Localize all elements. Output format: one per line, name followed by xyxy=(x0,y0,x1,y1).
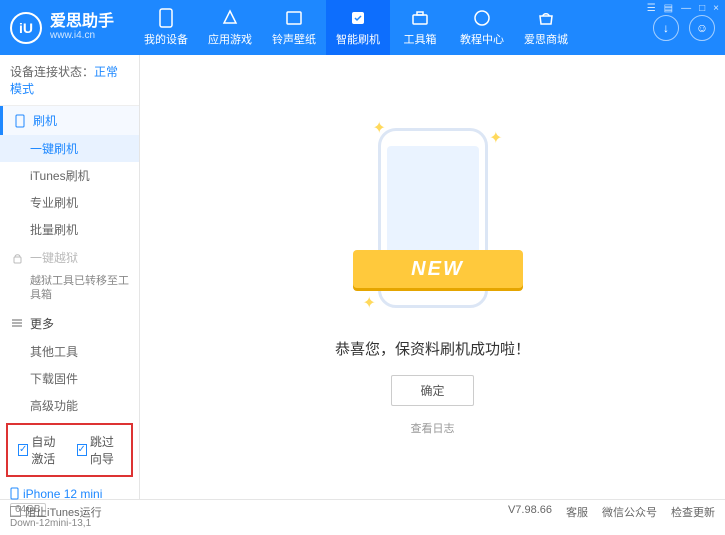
block-itunes-checkbox[interactable]: 阻止iTunes运行 xyxy=(10,504,102,520)
phone-icon xyxy=(156,8,176,28)
sidebar-pro-flash[interactable]: 专业刷机 xyxy=(0,189,139,216)
nav-apps[interactable]: 应用游戏 xyxy=(198,0,262,55)
check-update-link[interactable]: 检查更新 xyxy=(671,504,715,520)
device-icon xyxy=(10,487,19,500)
nav-label: 铃声壁纸 xyxy=(272,31,316,47)
confirm-button[interactable]: 确定 xyxy=(391,375,473,406)
service-link[interactable]: 客服 xyxy=(566,504,588,520)
toolbox-icon xyxy=(410,8,430,28)
more-icon xyxy=(10,316,24,330)
user-icon: ☺ xyxy=(696,21,708,35)
sparkle-icon: ✦ xyxy=(489,128,502,148)
account-button[interactable]: ☺ xyxy=(689,15,715,41)
sidebar-advanced[interactable]: 高级功能 xyxy=(0,392,139,419)
pin-icon[interactable]: ▤ xyxy=(664,3,673,14)
app-url: www.i4.cn xyxy=(50,30,114,41)
sidebar-other-tools[interactable]: 其他工具 xyxy=(0,338,139,365)
auto-activate-checkbox[interactable]: ✓自动激活 xyxy=(18,433,63,467)
jailbreak-label: 一键越狱 xyxy=(30,249,78,266)
wechat-link[interactable]: 微信公众号 xyxy=(602,504,657,520)
more-label: 更多 xyxy=(30,315,54,332)
success-message: 恭喜您，保资料刷机成功啦！ xyxy=(335,338,530,359)
sidebar-jailbreak-header[interactable]: 一键越狱 xyxy=(0,243,139,272)
main-content: ✦ ✦ ✦ NEW 恭喜您，保资料刷机成功啦！ 确定 查看日志 xyxy=(140,55,725,499)
flash-icon xyxy=(348,8,368,28)
nav-label: 教程中心 xyxy=(460,31,504,47)
sparkle-icon: ✦ xyxy=(363,293,376,313)
checkbox-icon xyxy=(10,506,21,517)
skip-guide-checkbox[interactable]: ✓跳过向导 xyxy=(77,433,122,467)
nav-flash[interactable]: 智能刷机 xyxy=(326,0,390,55)
apps-icon xyxy=(220,8,240,28)
sidebar-download-firmware[interactable]: 下载固件 xyxy=(0,365,139,392)
app-name: 爱思助手 xyxy=(50,14,114,30)
device-name: iPhone 12 mini xyxy=(10,487,129,501)
minimize-button[interactable]: — xyxy=(681,3,691,14)
checkbox-highlight: ✓自动激活 ✓跳过向导 xyxy=(6,423,133,477)
main-nav: 我的设备 应用游戏 铃声壁纸 智能刷机 工具箱 教程中心 爱思商城 xyxy=(134,0,653,55)
nav-label: 工具箱 xyxy=(404,31,437,47)
jailbreak-note: 越狱工具已转移至工具箱 xyxy=(0,272,139,309)
download-button[interactable]: ↓ xyxy=(653,15,679,41)
phone-illustration: ✦ ✦ ✦ NEW xyxy=(363,118,503,318)
flash-label: 刷机 xyxy=(33,112,57,129)
status-label: 设备连接状态： xyxy=(10,65,94,79)
close-button[interactable]: × xyxy=(713,3,719,14)
sidebar: 设备连接状态：正常模式 刷机 一键刷机 iTunes刷机 专业刷机 批量刷机 一… xyxy=(0,55,140,499)
check-icon: ✓ xyxy=(77,444,87,456)
device-name-text: iPhone 12 mini xyxy=(23,487,102,501)
sidebar-one-click-flash[interactable]: 一键刷机 xyxy=(0,135,139,162)
nav-toolbox[interactable]: 工具箱 xyxy=(390,0,450,55)
maximize-button[interactable]: □ xyxy=(699,3,705,14)
view-log-link[interactable]: 查看日志 xyxy=(411,420,455,436)
phone-small-icon xyxy=(13,114,27,128)
wallpaper-icon xyxy=(284,8,304,28)
logo: iU 爱思助手 www.i4.cn xyxy=(10,12,114,44)
nav-my-device[interactable]: 我的设备 xyxy=(134,0,198,55)
logo-icon: iU xyxy=(10,12,42,44)
sidebar-batch-flash[interactable]: 批量刷机 xyxy=(0,216,139,243)
sidebar-itunes-flash[interactable]: iTunes刷机 xyxy=(0,162,139,189)
lock-icon xyxy=(10,251,24,265)
auto-activate-label: 自动激活 xyxy=(31,433,62,467)
sidebar-flash-header[interactable]: 刷机 xyxy=(0,106,139,135)
nav-tutorial[interactable]: 教程中心 xyxy=(450,0,514,55)
new-ribbon: NEW xyxy=(353,250,523,288)
nav-label: 应用游戏 xyxy=(208,31,252,47)
nav-store[interactable]: 爱思商城 xyxy=(514,0,578,55)
app-header: iU 爱思助手 www.i4.cn 我的设备 应用游戏 铃声壁纸 智能刷机 工具… xyxy=(0,0,725,55)
version-label: V7.98.66 xyxy=(508,504,552,520)
nav-label: 智能刷机 xyxy=(336,31,380,47)
device-status: 设备连接状态：正常模式 xyxy=(0,55,139,106)
sidebar-more-header[interactable]: 更多 xyxy=(0,309,139,338)
nav-ringtone[interactable]: 铃声壁纸 xyxy=(262,0,326,55)
download-icon: ↓ xyxy=(663,21,669,35)
skip-guide-label: 跳过向导 xyxy=(90,433,121,467)
settings-icon[interactable]: ☰ xyxy=(647,3,656,14)
check-icon: ✓ xyxy=(18,444,28,456)
nav-label: 我的设备 xyxy=(144,31,188,47)
block-itunes-label: 阻止iTunes运行 xyxy=(25,504,102,520)
tutorial-icon xyxy=(472,8,492,28)
nav-label: 爱思商城 xyxy=(524,31,568,47)
store-icon xyxy=(536,8,556,28)
